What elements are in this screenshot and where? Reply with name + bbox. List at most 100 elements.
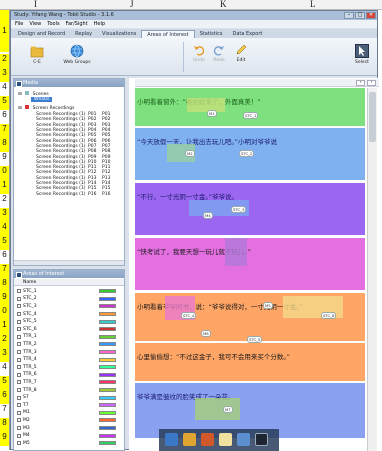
aoi-checkbox[interactable]	[17, 372, 21, 377]
aoi-label-bubble[interactable]: STC_4	[181, 312, 197, 319]
aoi-checkbox[interactable]	[17, 342, 21, 347]
maximize-button[interactable]: □	[355, 12, 365, 19]
aoi-checkbox[interactable]	[17, 296, 21, 301]
aoi-column-name[interactable]: Name	[14, 279, 124, 286]
aoi-color-swatch[interactable]	[99, 418, 116, 423]
aoi-row[interactable]: M2	[15, 417, 123, 424]
tab-statistics[interactable]: Statistics	[195, 30, 228, 38]
tab-design-and-record[interactable]: Design and Record	[13, 30, 70, 38]
aoi-label-bubble[interactable]: M4	[203, 212, 213, 219]
close-button[interactable]: ✕	[366, 12, 376, 19]
taskbar-app-icon[interactable]	[183, 433, 196, 446]
aoi-row[interactable]: TTR_7	[15, 379, 123, 386]
aoi-checkbox[interactable]	[17, 319, 21, 324]
aoi-row[interactable]: TTR_1	[15, 334, 123, 341]
redo-button[interactable]: Redo	[211, 44, 227, 63]
aoi-row[interactable]: T7	[15, 402, 123, 409]
menu-tools[interactable]: Tools	[47, 21, 59, 27]
minimize-button[interactable]: –	[344, 12, 354, 19]
aoi-color-swatch[interactable]	[99, 426, 116, 431]
aoi-row[interactable]: M4	[15, 432, 123, 439]
aoi-row[interactable]: TTR_5	[15, 364, 123, 371]
aoi-row[interactable]: STC_4	[15, 311, 123, 318]
aoi-row[interactable]: TTR_4	[15, 356, 123, 363]
aoi-box[interactable]	[225, 238, 247, 266]
aoi-checkbox[interactable]	[17, 433, 21, 438]
aoi-color-swatch[interactable]	[99, 289, 116, 294]
aoi-color-swatch[interactable]	[99, 357, 116, 362]
stimulus-canvas[interactable]: 小明看着窗外：“春姑娘来了，外面真美！”“今天放假一天，让我出去玩儿吧。”小明对…	[135, 88, 379, 451]
aoi-color-swatch[interactable]	[99, 395, 116, 400]
aoi-checkbox[interactable]	[17, 312, 21, 317]
aoi-row[interactable]: M5	[15, 440, 123, 447]
recording-item[interactable]: Screen Recordings (1) P16 P16	[36, 191, 122, 197]
aoi-row[interactable]: STC_3	[15, 303, 123, 310]
taskbar-app-icon[interactable]	[201, 433, 214, 446]
aoi-color-swatch[interactable]	[99, 312, 116, 317]
menu-farsight[interactable]: Far/Sight	[66, 21, 88, 27]
aoi-checkbox[interactable]	[17, 441, 21, 446]
collapse-icon[interactable]: ⊟	[18, 106, 22, 111]
aoi-checkbox[interactable]	[17, 350, 21, 355]
aoi-row[interactable]: S7	[15, 394, 123, 401]
aoi-label-bubble[interactable]: M1	[207, 110, 217, 117]
aoi-color-swatch[interactable]	[99, 433, 116, 438]
aoi-color-swatch[interactable]	[99, 388, 116, 393]
aoi-color-swatch[interactable]	[99, 327, 116, 332]
aoi-color-swatch[interactable]	[99, 319, 116, 324]
taskbar-app-icon[interactable]	[237, 433, 250, 446]
tab-visualizations[interactable]: Visualizations	[97, 30, 141, 38]
aoi-checkbox[interactable]	[17, 289, 21, 294]
taskbar-app-icon[interactable]	[255, 433, 268, 446]
prev-page-button[interactable]: ‹	[356, 80, 365, 86]
aoi-row[interactable]: TTR_2	[15, 341, 123, 348]
aoi-row[interactable]: M3	[15, 425, 123, 432]
ce-button[interactable]: C-E	[27, 44, 47, 65]
aoi-checkbox[interactable]	[17, 357, 21, 362]
tab-replay[interactable]: Replay	[70, 30, 97, 38]
aoi-row[interactable]: STC_5	[15, 318, 123, 325]
aoi-label-bubble[interactable]: M2	[185, 150, 195, 157]
aoi-row[interactable]: STC_2	[15, 296, 123, 303]
aoi-checkbox[interactable]	[17, 327, 21, 332]
aoi-label-bubble[interactable]: M5	[263, 302, 273, 309]
aoi-checkbox[interactable]	[17, 304, 21, 309]
aoi-row[interactable]: TTR_3	[15, 349, 123, 356]
scene-item-selected[interactable]: Whatis	[31, 97, 53, 102]
aoi-row[interactable]: STC_1	[15, 288, 123, 295]
taskbar-app-icon[interactable]	[165, 433, 178, 446]
menu-help[interactable]: Help	[94, 21, 105, 27]
tab-areas-of-interest[interactable]: Areas of Interest	[141, 30, 195, 38]
aoi-color-swatch[interactable]	[99, 342, 116, 347]
aoi-color-swatch[interactable]	[99, 441, 116, 446]
aoi-label-bubble[interactable]: M6	[201, 330, 211, 337]
collapse-icon[interactable]: ⊟	[18, 92, 22, 97]
aoi-color-swatch[interactable]	[99, 403, 116, 408]
aoi-label-bubble[interactable]: STC_1	[243, 112, 259, 119]
aoi-color-swatch[interactable]	[99, 365, 116, 370]
select-button[interactable]: Select	[353, 44, 371, 65]
edit-button[interactable]: Edit	[233, 44, 249, 63]
aoi-color-swatch[interactable]	[99, 296, 116, 301]
next-page-button[interactable]: ›	[367, 80, 376, 86]
aoi-label-bubble[interactable]: STC_5	[247, 336, 263, 343]
aoi-checkbox[interactable]	[17, 395, 21, 400]
aoi-color-swatch[interactable]	[99, 304, 116, 309]
aoi-checkbox[interactable]	[17, 418, 21, 423]
aoi-color-swatch[interactable]	[99, 410, 116, 415]
aoi-label-bubble[interactable]: STC_3	[231, 206, 247, 213]
aoi-row[interactable]: TTR_6	[15, 372, 123, 379]
web-groups-button[interactable]: Web Groups	[61, 44, 93, 65]
aoi-checkbox[interactable]	[17, 410, 21, 415]
aoi-box[interactable]	[187, 98, 225, 112]
scroll-thumb[interactable]	[369, 92, 376, 142]
media-hscrollbar[interactable]	[14, 260, 124, 265]
canvas-vscrollbar[interactable]	[367, 88, 377, 451]
aoi-row[interactable]: M1	[15, 410, 123, 417]
aoi-region[interactable]	[135, 88, 365, 126]
aoi-color-swatch[interactable]	[99, 380, 116, 385]
aoi-row[interactable]: TTR_8	[15, 387, 123, 394]
aoi-region[interactable]	[135, 343, 365, 381]
undo-button[interactable]: Undo	[191, 44, 207, 63]
aoi-label-bubble[interactable]: M7	[223, 406, 233, 413]
